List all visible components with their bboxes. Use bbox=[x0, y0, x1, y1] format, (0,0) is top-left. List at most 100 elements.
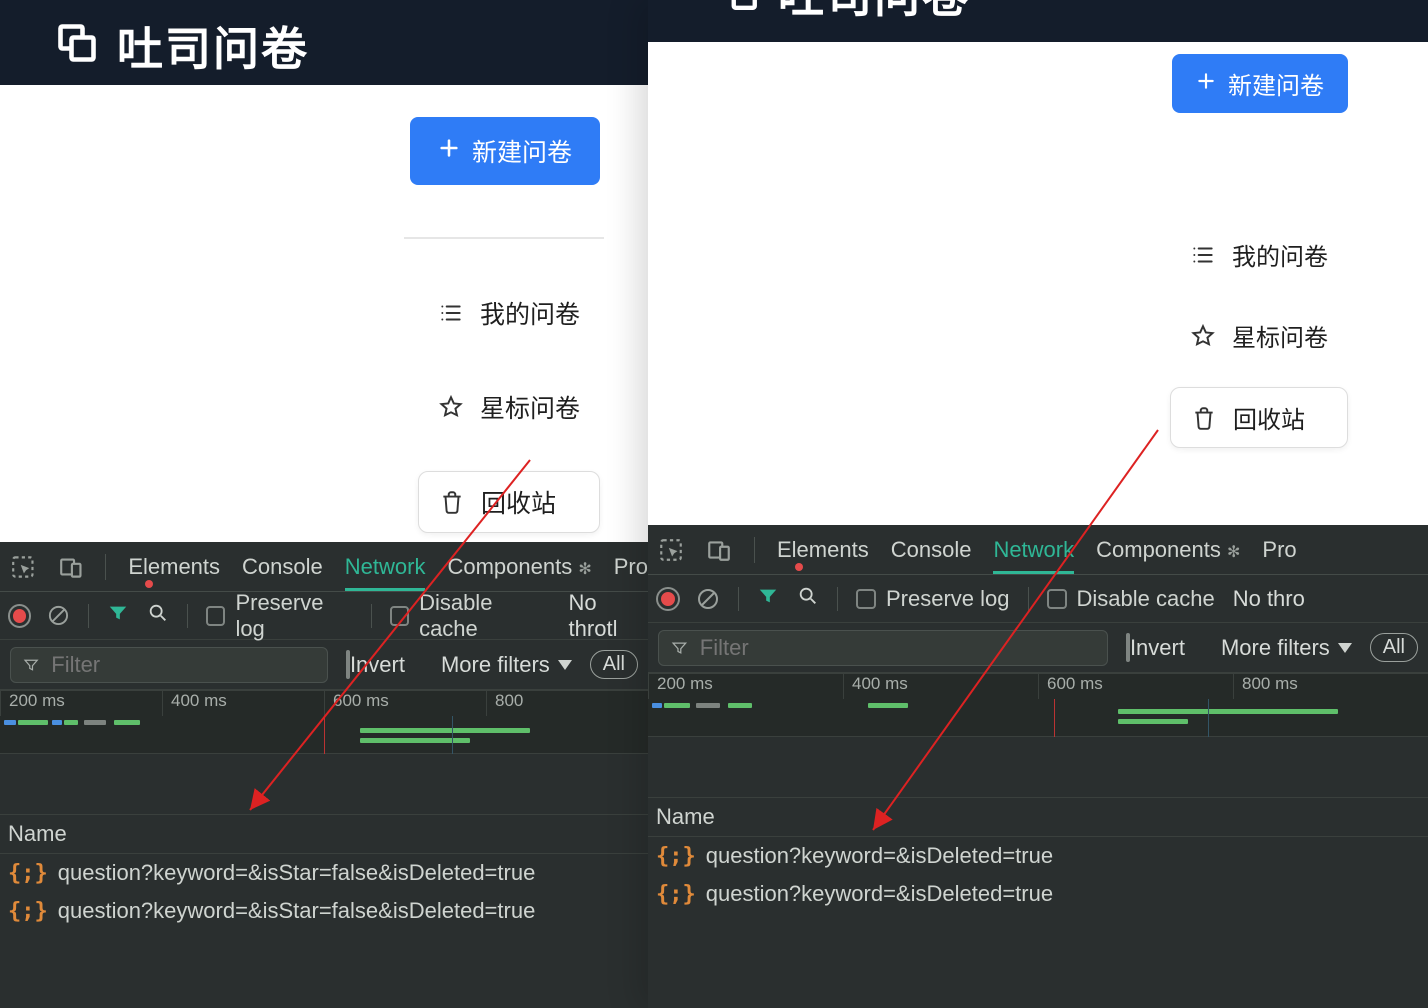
chevron-down-icon bbox=[558, 660, 572, 670]
separator bbox=[88, 604, 89, 628]
copy-icon bbox=[55, 21, 99, 70]
sidebar-item-my-surveys[interactable]: 我的问卷 bbox=[418, 283, 600, 343]
filter-toggle-icon[interactable] bbox=[757, 585, 779, 613]
more-filters-dropdown[interactable]: More filters bbox=[441, 652, 572, 678]
network-timeline[interactable]: 200 ms 400 ms 600 ms 800 ms bbox=[648, 673, 1428, 737]
devtools-filter-row: Invert More filters All bbox=[648, 623, 1428, 673]
tab-console[interactable]: Console bbox=[242, 554, 323, 580]
search-icon[interactable] bbox=[797, 585, 819, 613]
invert-checkbox[interactable]: Invert bbox=[346, 652, 405, 678]
tab-network[interactable]: Network bbox=[345, 554, 426, 591]
devtools-panel: Elements Console Network Components ✻ Pr… bbox=[648, 525, 1428, 1008]
new-survey-label: 新建问卷 bbox=[1228, 66, 1324, 101]
divider bbox=[404, 237, 604, 239]
request-row[interactable]: {;} question?keyword=&isDeleted=true bbox=[648, 875, 1428, 913]
trash-icon bbox=[439, 489, 465, 515]
new-survey-label: 新建问卷 bbox=[472, 133, 572, 169]
record-button[interactable] bbox=[10, 606, 29, 626]
search-icon[interactable] bbox=[147, 602, 169, 630]
list-icon bbox=[438, 300, 464, 326]
devtools-tabbar: Elements Console Network Components ✻ Pr… bbox=[0, 542, 648, 592]
disable-cache-checkbox[interactable]: Disable cache bbox=[1047, 586, 1215, 612]
preserve-log-checkbox[interactable]: Preserve log bbox=[206, 590, 353, 642]
devtools-controls: Preserve log Disable cache No throtl bbox=[0, 592, 648, 640]
request-row[interactable]: {;} question?keyword=&isStar=false&isDel… bbox=[0, 854, 648, 892]
separator bbox=[754, 537, 755, 563]
sidebar-item-label: 回收站 bbox=[1233, 400, 1305, 435]
sidebar-nav: 我的问卷 星标问卷 回收站 bbox=[1170, 225, 1348, 448]
disable-cache-checkbox[interactable]: Disable cache bbox=[390, 590, 551, 642]
sidebar-item-label: 我的问卷 bbox=[1232, 237, 1328, 272]
app-body: 新建问卷 我的问卷 星标问卷 回收站 bbox=[0, 85, 648, 542]
sidebar-item-my-surveys[interactable]: 我的问卷 bbox=[1170, 225, 1348, 284]
right-screenshot: 吐司问卷 新建问卷 我的问卷 星标问卷 回收站 bbox=[648, 0, 1428, 1008]
devtools-controls: Preserve log Disable cache No thro bbox=[648, 575, 1428, 623]
sidebar-item-label: 回收站 bbox=[481, 484, 556, 520]
request-row[interactable]: {;} question?keyword=&isDeleted=true bbox=[648, 837, 1428, 875]
inspect-icon[interactable] bbox=[658, 537, 684, 563]
request-row[interactable]: {;} question?keyword=&isStar=false&isDel… bbox=[0, 892, 648, 930]
device-toggle-icon[interactable] bbox=[58, 554, 84, 580]
new-survey-button[interactable]: 新建问卷 bbox=[410, 117, 600, 185]
devtools-panel: Elements Console Network Components ✻ Pr… bbox=[0, 542, 648, 1008]
separator bbox=[738, 587, 739, 611]
more-filters-dropdown[interactable]: More filters bbox=[1221, 635, 1352, 661]
tab-more[interactable]: Pro bbox=[1262, 537, 1296, 563]
tab-components[interactable]: Components ✻ bbox=[447, 554, 591, 580]
filter-all-pill[interactable]: All bbox=[590, 650, 638, 679]
sidebar-item-starred[interactable]: 星标问卷 bbox=[418, 377, 600, 437]
trash-icon bbox=[1191, 405, 1217, 431]
request-text: question?keyword=&isDeleted=true bbox=[706, 843, 1053, 869]
filter-input-wrapper[interactable] bbox=[10, 647, 328, 683]
devtools-tabbar: Elements Console Network Components ✻ Pr… bbox=[648, 525, 1428, 575]
request-text: question?keyword=&isStar=false&isDeleted… bbox=[58, 860, 536, 886]
app-title: 吐司问卷 bbox=[778, 0, 970, 26]
filter-toggle-icon[interactable] bbox=[107, 602, 129, 630]
json-icon: {;} bbox=[8, 899, 48, 924]
filter-all-pill[interactable]: All bbox=[1370, 633, 1418, 662]
tab-console[interactable]: Console bbox=[891, 537, 972, 563]
app-body: 新建问卷 我的问卷 星标问卷 回收站 bbox=[648, 42, 1428, 525]
sidebar-item-trash[interactable]: 回收站 bbox=[1170, 387, 1348, 448]
app-header: 吐司问卷 bbox=[0, 0, 648, 85]
sidebar-item-trash[interactable]: 回收站 bbox=[418, 471, 600, 533]
gear-icon: ✻ bbox=[1227, 544, 1240, 561]
gear-icon: ✻ bbox=[578, 561, 591, 578]
invert-checkbox[interactable]: Invert bbox=[1126, 635, 1185, 661]
column-header-name[interactable]: Name bbox=[0, 814, 648, 854]
clear-button[interactable] bbox=[696, 587, 720, 611]
sidebar-item-label: 我的问卷 bbox=[480, 295, 580, 331]
new-survey-button[interactable]: 新建问卷 bbox=[1172, 54, 1348, 113]
clear-button[interactable] bbox=[47, 604, 70, 628]
tab-elements[interactable]: Elements bbox=[777, 537, 869, 563]
throttling-dropdown[interactable]: No throtl bbox=[569, 590, 648, 642]
separator bbox=[837, 587, 838, 611]
devtools-filter-row: Invert More filters All bbox=[0, 640, 648, 690]
app-header: 吐司问卷 bbox=[648, 0, 1428, 42]
inspect-icon[interactable] bbox=[10, 554, 36, 580]
tab-components[interactable]: Components ✻ bbox=[1096, 537, 1240, 563]
record-button[interactable] bbox=[658, 589, 678, 609]
throttling-dropdown[interactable]: No thro bbox=[1233, 586, 1305, 612]
network-timeline[interactable]: 200 ms 400 ms 600 ms 800 bbox=[0, 690, 648, 754]
preserve-log-checkbox[interactable]: Preserve log bbox=[856, 586, 1010, 612]
sidebar-item-label: 星标问卷 bbox=[1232, 318, 1328, 353]
tab-more[interactable]: Pro bbox=[614, 554, 648, 580]
app-title: 吐司问卷 bbox=[117, 13, 309, 79]
device-toggle-icon[interactable] bbox=[706, 537, 732, 563]
funnel-icon bbox=[23, 656, 39, 674]
tab-elements[interactable]: Elements bbox=[128, 554, 220, 580]
sidebar-item-starred[interactable]: 星标问卷 bbox=[1170, 306, 1348, 365]
filter-input-wrapper[interactable] bbox=[658, 630, 1108, 666]
star-icon bbox=[438, 394, 464, 420]
copy-icon bbox=[718, 0, 760, 18]
separator bbox=[371, 604, 372, 628]
chevron-down-icon bbox=[1338, 643, 1352, 653]
column-header-name[interactable]: Name bbox=[648, 797, 1428, 837]
filter-input[interactable] bbox=[51, 652, 315, 678]
filter-input[interactable] bbox=[700, 635, 1095, 661]
request-text: question?keyword=&isStar=false&isDeleted… bbox=[58, 898, 536, 924]
tab-network[interactable]: Network bbox=[993, 537, 1074, 574]
left-screenshot: 吐司问卷 新建问卷 我的问卷 星标问卷 回收站 bbox=[0, 0, 648, 1008]
json-icon: {;} bbox=[656, 844, 696, 869]
